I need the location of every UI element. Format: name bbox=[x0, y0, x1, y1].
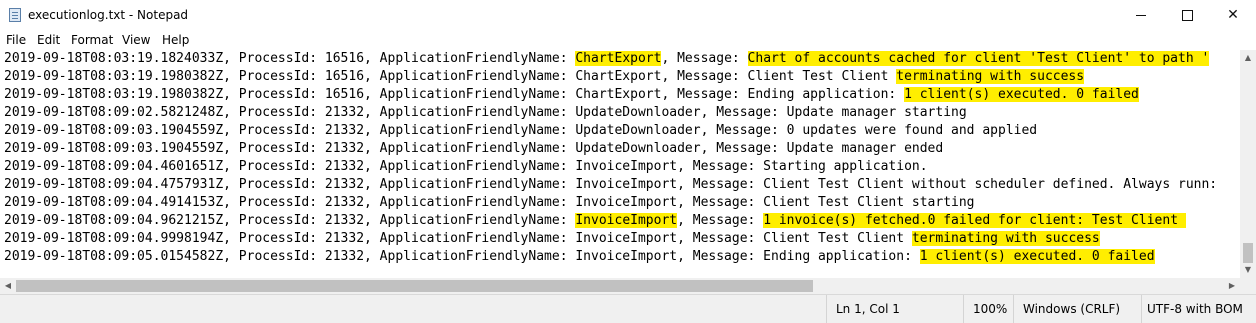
text-segment: 2019-09-18T08:09:02.5821248Z, ProcessId:… bbox=[4, 105, 967, 120]
minimize-button[interactable] bbox=[1118, 0, 1164, 31]
text-segment: 2019-09-18T08:03:19.1824033Z, ProcessId:… bbox=[4, 51, 576, 66]
text-line: 2019-09-18T08:09:04.9621215Z, ProcessId:… bbox=[4, 212, 1186, 230]
title-bar: executionlog.txt - Notepad ✕ bbox=[0, 0, 1256, 31]
menu-view[interactable]: View bbox=[122, 33, 150, 47]
status-position-cell: Ln 1, Col 1 bbox=[826, 295, 963, 323]
highlighted-text: 1 client(s) executed. 0 failed bbox=[919, 249, 1155, 264]
text-line: 2019-09-18T08:09:05.0154582Z, ProcessId:… bbox=[4, 248, 1155, 266]
scroll-left-arrow-icon[interactable]: ◀ bbox=[0, 278, 16, 294]
status-bar: Ln 1, Col 1 100% Windows (CRLF) UTF-8 wi… bbox=[0, 294, 1256, 323]
text-segment: 2019-09-18T08:09:03.1904559Z, ProcessId:… bbox=[4, 141, 944, 156]
horizontal-scroll-thumb[interactable] bbox=[16, 280, 813, 292]
scroll-down-arrow-icon[interactable]: ▼ bbox=[1240, 262, 1256, 278]
text-segment: 2019-09-18T08:09:04.4757931Z, ProcessId:… bbox=[4, 177, 1218, 192]
text-line: 2019-09-18T08:03:19.1980382Z, ProcessId:… bbox=[4, 86, 1139, 104]
text-segment: 2019-09-18T08:09:04.9998194Z, ProcessId:… bbox=[4, 231, 912, 246]
text-line: 2019-09-18T08:09:02.5821248Z, ProcessId:… bbox=[4, 104, 967, 122]
text-segment: 2019-09-18T08:03:19.1980382Z, ProcessId:… bbox=[4, 87, 905, 102]
scroll-right-arrow-icon[interactable]: ▶ bbox=[1224, 278, 1240, 294]
highlighted-text: terminating with success bbox=[911, 231, 1100, 246]
text-line: 2019-09-18T08:09:03.1904559Z, ProcessId:… bbox=[4, 122, 1037, 140]
text-segment: , Message: bbox=[661, 51, 748, 66]
text-segment: 2019-09-18T08:09:05.0154582Z, ProcessId:… bbox=[4, 249, 920, 264]
status-encoding: UTF-8 with BOM bbox=[1147, 302, 1243, 316]
menu-file[interactable]: File bbox=[6, 33, 26, 47]
text-line: 2019-09-18T08:09:04.4757931Z, ProcessId:… bbox=[4, 176, 1217, 194]
text-line: 2019-09-18T08:09:04.4601651Z, ProcessId:… bbox=[4, 158, 928, 176]
status-line-ending-cell: Windows (CRLF) bbox=[1013, 295, 1141, 323]
highlighted-text: terminating with success bbox=[896, 69, 1085, 84]
vertical-scroll-thumb[interactable] bbox=[1243, 243, 1253, 263]
text-segment: 2019-09-18T08:03:19.1980382Z, ProcessId:… bbox=[4, 69, 897, 84]
scrollbar-corner bbox=[1240, 278, 1256, 294]
close-button[interactable]: ✕ bbox=[1210, 0, 1256, 31]
window-title: executionlog.txt - Notepad bbox=[28, 8, 189, 22]
text-line: 2019-09-18T08:09:03.1904559Z, ProcessId:… bbox=[4, 140, 943, 158]
highlighted-text: 1 client(s) executed. 0 failed bbox=[904, 87, 1139, 102]
highlighted-text: Chart of accounts cached for client 'Tes… bbox=[747, 51, 1210, 66]
menu-bar: File Edit Format View Help bbox=[0, 31, 1256, 50]
status-zoom: 100% bbox=[973, 302, 1008, 316]
menu-edit[interactable]: Edit bbox=[37, 33, 60, 47]
highlighted-text: 1 invoice(s) fetched.0 failed for client… bbox=[763, 213, 1186, 228]
scroll-up-arrow-icon[interactable]: ▲ bbox=[1240, 50, 1256, 66]
highlighted-text: ChartExport bbox=[575, 51, 662, 66]
highlighted-text: InvoiceImport bbox=[575, 213, 678, 228]
status-zoom-cell: 100% bbox=[963, 295, 1013, 323]
text-segment: 2019-09-18T08:09:03.1904559Z, ProcessId:… bbox=[4, 123, 1038, 138]
text-line: 2019-09-18T08:09:04.9998194Z, ProcessId:… bbox=[4, 230, 1100, 248]
text-segment: , Message: bbox=[677, 213, 764, 228]
text-editor[interactable]: 2019-09-18T08:03:19.1824033Z, ProcessId:… bbox=[0, 50, 1240, 278]
text-line: 2019-09-18T08:03:19.1980382Z, ProcessId:… bbox=[4, 68, 1085, 86]
status-line-ending: Windows (CRLF) bbox=[1023, 302, 1121, 316]
maximize-button[interactable] bbox=[1164, 0, 1210, 31]
status-position: Ln 1, Col 1 bbox=[836, 302, 900, 316]
status-encoding-cell: UTF-8 with BOM bbox=[1141, 295, 1256, 323]
text-segment: 2019-09-18T08:09:04.4914153Z, ProcessId:… bbox=[4, 195, 975, 210]
menu-format[interactable]: Format bbox=[71, 33, 113, 47]
menu-help[interactable]: Help bbox=[162, 33, 189, 47]
text-line: 2019-09-18T08:09:04.4914153Z, ProcessId:… bbox=[4, 194, 975, 212]
text-segment: 2019-09-18T08:09:04.4601651Z, ProcessId:… bbox=[4, 159, 928, 174]
text-segment: 2019-09-18T08:09:04.9621215Z, ProcessId:… bbox=[4, 213, 576, 228]
notepad-icon bbox=[9, 8, 21, 22]
text-line: 2019-09-18T08:03:19.1824033Z, ProcessId:… bbox=[4, 50, 1210, 68]
